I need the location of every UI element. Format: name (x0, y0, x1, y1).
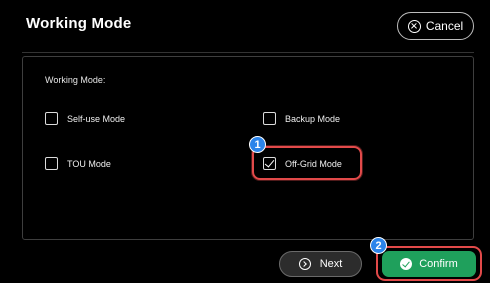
step-1-badge: 1 (249, 136, 266, 153)
self-use-mode-label: Self-use Mode (67, 113, 126, 124)
backup-mode-label: Backup Mode (285, 113, 341, 124)
option-tou-mode[interactable]: TOU Mode (45, 157, 111, 170)
close-circle-icon (407, 19, 421, 33)
header-divider (22, 52, 474, 53)
chevron-right-circle-icon (298, 258, 311, 270)
dialog-header: Working Mode Cancel (0, 0, 490, 52)
working-mode-label: Working Mode: (45, 75, 106, 85)
option-off-grid-mode[interactable]: Off-Grid Mode (263, 157, 342, 170)
step-2-badge: 2 (370, 237, 387, 254)
dialog-title: Working Mode (26, 15, 132, 32)
self-use-mode-checkbox[interactable] (45, 112, 58, 125)
tou-mode-checkbox[interactable] (45, 157, 58, 170)
option-backup-mode[interactable]: Backup Mode (263, 112, 340, 125)
confirm-button-label: Confirm (419, 258, 458, 270)
off-grid-mode-checkbox[interactable] (263, 157, 276, 170)
check-circle-icon (400, 258, 413, 270)
option-self-use-mode[interactable]: Self-use Mode (45, 112, 125, 125)
next-button[interactable]: Next (279, 251, 362, 277)
cancel-button[interactable]: Cancel (397, 12, 474, 40)
tou-mode-label: TOU Mode (67, 158, 111, 169)
confirm-button[interactable]: Confirm (382, 251, 476, 277)
backup-mode-checkbox[interactable] (263, 112, 276, 125)
off-grid-mode-label: Off-Grid Mode (285, 158, 342, 169)
cancel-button-label: Cancel (425, 19, 464, 33)
next-button-label: Next (319, 258, 343, 270)
